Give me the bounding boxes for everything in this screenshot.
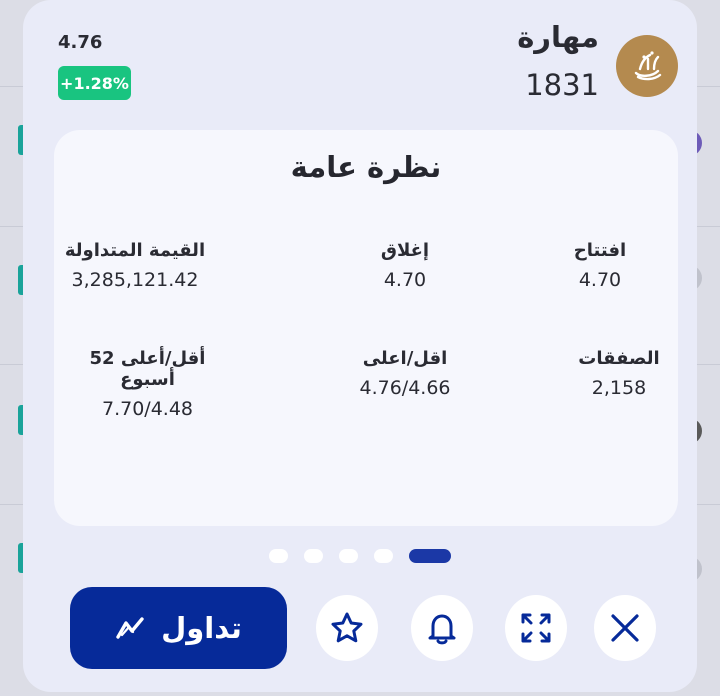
stat-label: القيمة المتداولة (64, 240, 206, 261)
star-icon (331, 612, 363, 643)
company-logo (616, 35, 678, 97)
stat-value: 4.70 (383, 269, 427, 291)
calligraphy-logo-icon (634, 51, 662, 81)
page-dot[interactable] (269, 549, 288, 563)
trade-button[interactable]: تداول (70, 587, 287, 669)
stat-trades: الصفقات 2,158 (539, 348, 699, 399)
stat-value: 2,158 (591, 377, 647, 399)
stat-label: أقل/أعلى 52 أسبوع (89, 348, 206, 390)
stat-label: الصفقات (578, 348, 660, 369)
trade-button-label: تداول (161, 611, 242, 645)
bell-icon (428, 614, 456, 645)
expand-icon (521, 613, 551, 643)
change-badge: +1.28% (58, 66, 131, 100)
stat-label: اقل/اعلى (362, 348, 448, 369)
close-icon (611, 614, 639, 642)
stat-open: افتتاح 4.70 (530, 240, 670, 291)
page-dot[interactable] (304, 549, 323, 563)
stat-close: إغلاق 4.70 (330, 240, 480, 291)
stat-52w-range: أقل/أعلى 52 أسبوع 7.70/4.48 (60, 348, 235, 420)
stat-value: 3,285,121.42 (71, 269, 199, 291)
page-dot[interactable] (374, 549, 393, 563)
page-dot-active[interactable] (409, 549, 451, 563)
favorite-button[interactable] (316, 595, 378, 661)
stat-turnover: القيمة المتداولة 3,285,121.42 (60, 240, 210, 291)
company-name: مهارة (517, 20, 599, 54)
close-button[interactable] (594, 595, 656, 661)
company-code: 1831 (525, 68, 599, 102)
stock-detail-sheet: مهارة 1831 4.76 +1.28% نظرة عامة افتتاح … (23, 0, 697, 692)
stat-label: إغلاق (380, 240, 430, 261)
stat-value: 7.70/4.48 (101, 398, 193, 420)
overview-title: نظرة عامة (290, 150, 442, 184)
stat-label: افتتاح (573, 240, 627, 261)
page-dot[interactable] (339, 549, 358, 563)
alert-button[interactable] (411, 595, 473, 661)
stat-day-range: اقل/اعلى 4.76/4.66 (330, 348, 480, 399)
trade-icon (116, 617, 144, 639)
stat-value: 4.70 (578, 269, 622, 291)
fullscreen-button[interactable] (505, 595, 567, 661)
overview-card: نظرة عامة افتتاح 4.70 إغلاق 4.70 القيمة … (54, 130, 678, 526)
last-price: 4.76 (58, 32, 103, 53)
stat-value: 4.76/4.66 (359, 377, 451, 399)
